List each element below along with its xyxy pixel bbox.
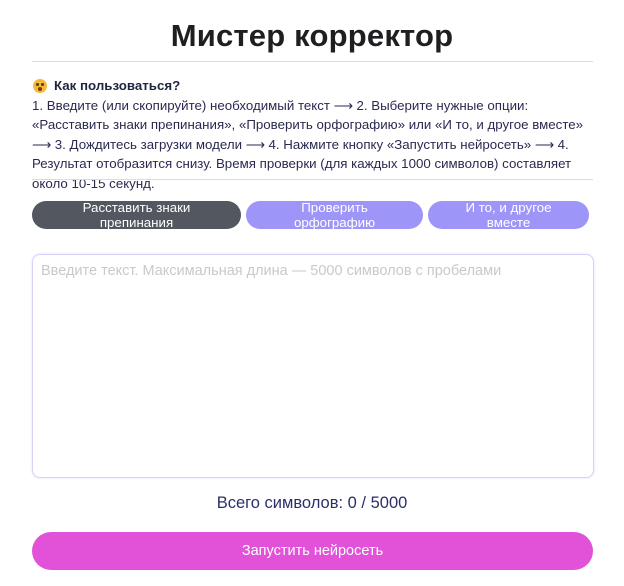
- instructions-heading: Как пользоваться?: [32, 76, 598, 96]
- punctuation-option-button[interactable]: Расставить знаки препинания: [32, 200, 241, 230]
- instructions: Как пользоваться? 1. Введите (или скопир…: [32, 76, 598, 194]
- character-counter: Всего символов: 0 / 5000: [216, 494, 408, 512]
- run-neural-network-button[interactable]: Запустить нейросеть: [32, 532, 593, 570]
- page-title: Мистер корректор: [170, 18, 454, 53]
- page: Мистер корректор Как пользоваться? 1. Вв…: [0, 0, 624, 586]
- instructions-heading-text: Как пользоваться?: [54, 78, 181, 93]
- text-input[interactable]: [32, 254, 594, 478]
- top-divider: [32, 61, 593, 62]
- spelling-option-button[interactable]: Проверить орфографию: [246, 200, 423, 230]
- both-option-button[interactable]: И то, и другое вместе: [428, 200, 589, 230]
- options-group: Расставить знаки препинания Проверить ор…: [32, 200, 589, 230]
- thinking-face-icon: [33, 78, 47, 93]
- instructions-divider: [32, 179, 593, 180]
